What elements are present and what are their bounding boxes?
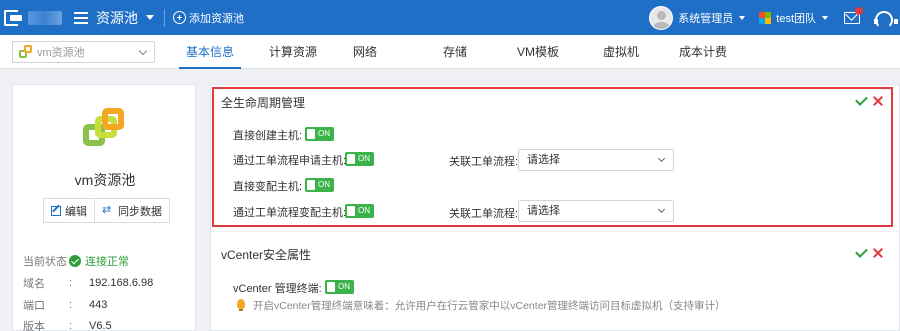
flow-apply-label: 通过工单流程申请主机: — [233, 155, 347, 167]
info-domain: 域名 : 192.168.6.98 — [23, 275, 153, 291]
tab-basic-info[interactable]: 基本信息 — [179, 35, 241, 69]
header-actions: 系统管理员 test团队 — [649, 0, 900, 35]
app-logo[interactable] — [0, 0, 62, 35]
chevron-down-icon — [657, 154, 666, 163]
logo-redacted — [28, 10, 62, 25]
info-port: 端口 : 443 — [23, 297, 107, 313]
pool-name: vm资源池 — [74, 172, 136, 188]
info-key: 域名 — [23, 278, 45, 290]
avatar[interactable] — [649, 5, 674, 30]
vmware-icon — [19, 45, 33, 59]
vcenter-terminal-label: vCenter 管理终端: — [233, 283, 322, 295]
add-pool-button[interactable]: 添加资源池 — [173, 10, 244, 26]
direct-modify-label: 直接变配主机: — [233, 181, 303, 193]
flow-modify-toggle[interactable]: ON — [345, 204, 374, 218]
menu-icon[interactable] — [74, 11, 88, 24]
vcenter-title: vCenter安全属性 — [221, 248, 312, 262]
team-icon — [759, 11, 772, 24]
add-pool-label: 添加资源池 — [189, 12, 244, 25]
top-navbar: 资源池 添加资源池 系统管理员 test团队 — [0, 0, 900, 35]
tab-vm[interactable]: 虚拟机 — [596, 35, 646, 69]
notification-dot — [855, 6, 863, 15]
tab-vm-template[interactable]: VM模板 — [510, 35, 566, 69]
flow-apply-assoc-label: 关联工单流程: — [449, 156, 519, 168]
user-dropdown-icon[interactable] — [739, 15, 746, 20]
info-version: 版本 : V6.5 — [23, 318, 112, 331]
info-key: 端口 — [23, 300, 45, 312]
status-value: 连接正常 — [85, 256, 129, 268]
vcenter-hint: 开启vCenter管理终端意味着：允许用户在行云管家中以vCenter管理终端访… — [253, 300, 726, 312]
direct-create-label: 直接创建主机: — [233, 130, 303, 142]
edit-icon — [51, 205, 61, 216]
info-key: 版本 — [23, 321, 45, 331]
info-key: 当前状态 — [23, 256, 67, 268]
lightbulb-icon — [237, 299, 245, 311]
logo-icon — [4, 9, 24, 27]
flow-apply-select-value: 请选择 — [527, 154, 560, 166]
flow-modify-select-value: 请选择 — [527, 205, 560, 217]
tab-bar: vm资源池 基本信息 计算资源 网络 存储 VM模板 虚拟机 成本计费 — [0, 35, 900, 69]
direct-create-toggle[interactable]: ON — [305, 127, 334, 141]
pool-actions: 编辑 ⇄ 同步数据 — [43, 198, 170, 223]
info-colon: : — [69, 320, 73, 331]
tab-storage[interactable]: 存储 — [435, 35, 475, 69]
chevron-down-icon — [657, 205, 666, 214]
flow-modify-assoc-label: 关联工单流程: — [449, 208, 519, 220]
pool-select-value: vm资源池 — [37, 47, 85, 59]
direct-modify-toggle[interactable]: ON — [305, 178, 334, 192]
pool-select[interactable]: vm资源池 — [12, 41, 155, 63]
page-title: 资源池 — [96, 9, 138, 26]
check-circle-icon — [69, 255, 81, 267]
header-divider — [164, 8, 165, 27]
info-value: 443 — [89, 299, 108, 311]
info-colon: : — [69, 277, 73, 289]
vmware-logo-icon — [83, 108, 127, 152]
flow-modify-select[interactable]: 请选择 — [518, 200, 674, 222]
mail-icon[interactable] — [844, 6, 863, 24]
plus-circle-icon — [173, 11, 186, 24]
sync-icon: ⇄ — [102, 204, 112, 216]
pool-summary-card: vm资源池 编辑 ⇄ 同步数据 当前状态 连接正常 域名 : 192.168.6… — [12, 84, 196, 331]
edit-button[interactable]: 编辑 — [43, 198, 95, 223]
status-badge: 连接正常 — [69, 253, 129, 269]
tab-network[interactable]: 网络 — [345, 35, 385, 69]
info-colon: : — [69, 299, 73, 311]
vcenter-terminal-toggle[interactable]: ON — [325, 280, 354, 294]
close-icon[interactable] — [873, 248, 883, 258]
close-icon[interactable] — [873, 96, 883, 106]
sync-label: 同步数据 — [118, 205, 162, 218]
info-status: 当前状态 连接正常 — [23, 253, 129, 269]
tab-billing[interactable]: 成本计费 — [672, 35, 734, 69]
lifecycle-title: 全生命周期管理 — [221, 96, 306, 110]
chevron-down-icon — [138, 46, 148, 56]
section-divider — [210, 231, 900, 232]
title-dropdown-icon[interactable] — [146, 15, 154, 20]
user-name[interactable]: 系统管理员 — [678, 10, 733, 26]
sync-button[interactable]: ⇄ 同步数据 — [95, 198, 170, 223]
flow-modify-label: 通过工单流程变配主机: — [233, 207, 347, 219]
flow-apply-toggle[interactable]: ON — [345, 152, 374, 166]
flow-apply-select[interactable]: 请选择 — [518, 149, 674, 171]
team-dropdown-icon[interactable] — [822, 15, 828, 20]
headset-icon[interactable] — [874, 10, 898, 29]
tab-compute[interactable]: 计算资源 — [262, 35, 324, 69]
team-name[interactable]: test团队 — [776, 10, 816, 26]
edit-label: 编辑 — [65, 205, 87, 218]
info-value: 192.168.6.98 — [89, 277, 154, 289]
info-value: V6.5 — [89, 320, 112, 331]
